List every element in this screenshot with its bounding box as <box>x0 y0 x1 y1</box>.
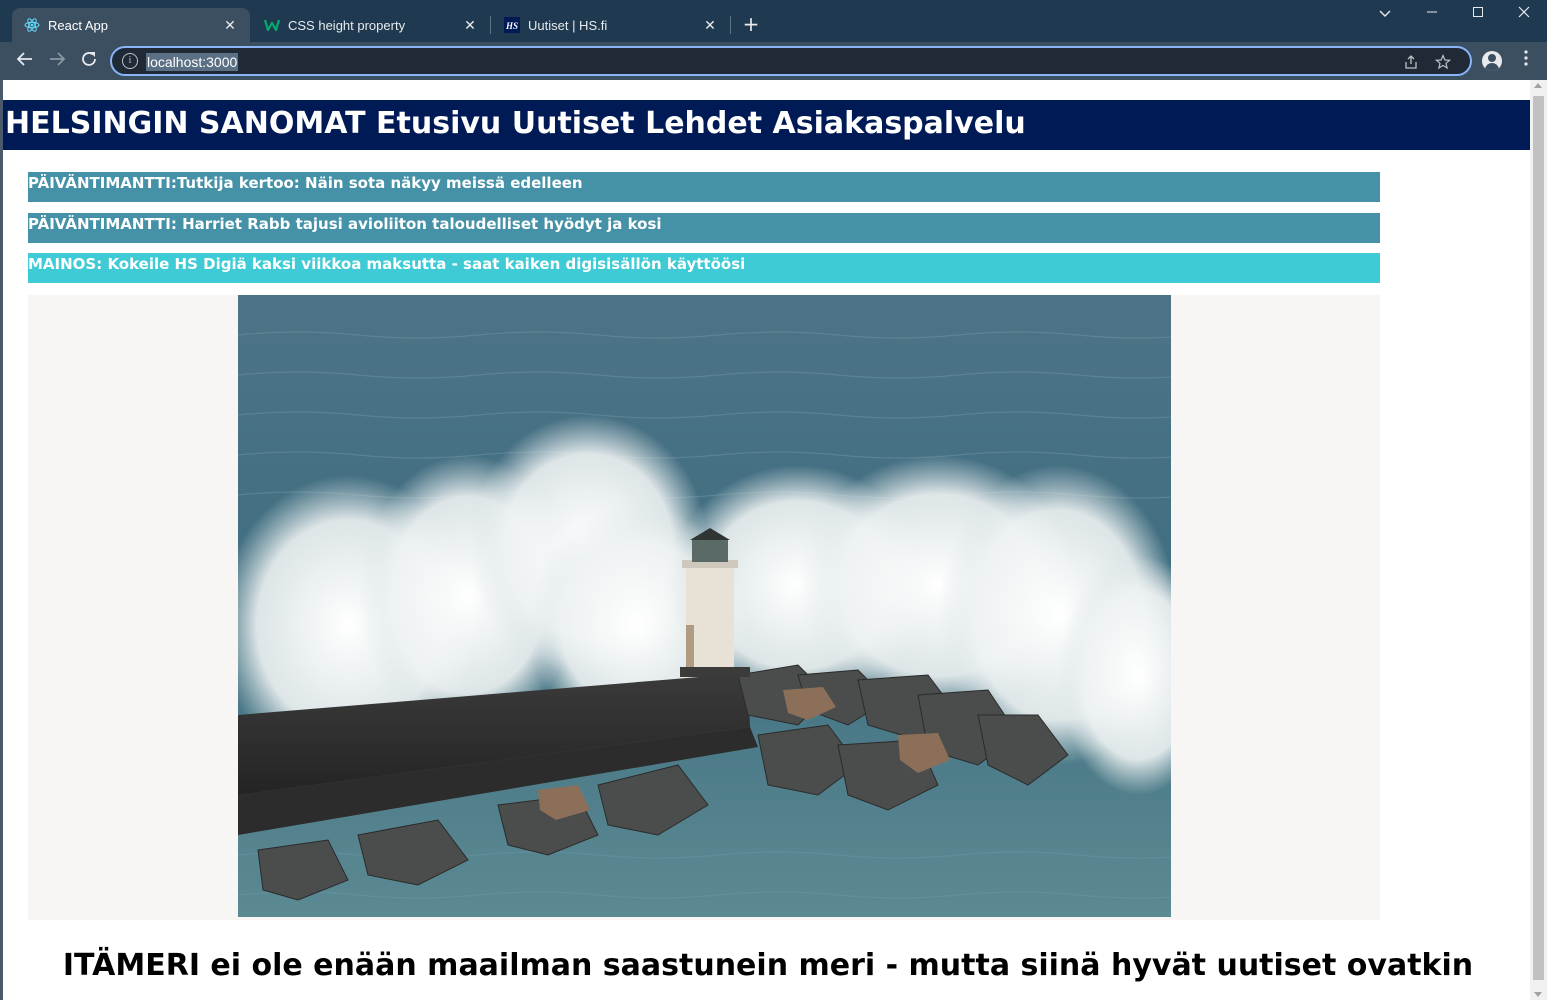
site-info-icon[interactable]: i <box>122 53 138 69</box>
reload-button[interactable] <box>78 50 100 72</box>
tab-separator <box>730 16 731 34</box>
svg-text:HS: HS <box>505 21 518 31</box>
forward-button[interactable] <box>46 50 68 72</box>
profile-avatar-icon[interactable] <box>1482 51 1502 71</box>
maximize-button[interactable] <box>1463 4 1493 24</box>
scroll-up-icon[interactable] <box>1534 83 1542 88</box>
nav-lehdet[interactable]: Lehdet <box>645 106 762 141</box>
close-tab-icon[interactable]: ✕ <box>462 17 478 33</box>
article-image-container <box>28 295 1380 920</box>
nav-etusivu[interactable]: Etusivu <box>376 106 501 141</box>
ad-bar[interactable]: MAINOS: Kokeile HS Digiä kaksi viikkoa m… <box>28 253 1380 283</box>
page-viewport: HELSINGIN SANOMAT Etusivu Uutiset Lehdet… <box>0 80 1547 1000</box>
hs-icon: HS <box>504 17 520 33</box>
scroll-down-icon[interactable] <box>1534 992 1542 997</box>
tab-react-app[interactable]: React App ✕ <box>12 8 250 42</box>
tab-separator <box>490 16 491 34</box>
minimize-button[interactable] <box>1417 4 1447 24</box>
tab-title: CSS height property <box>288 17 406 33</box>
back-button[interactable] <box>14 50 36 72</box>
share-icon[interactable] <box>1402 54 1420 72</box>
nav-asiakaspalvelu[interactable]: Asiakaspalvelu <box>773 106 1026 141</box>
news-bar-1[interactable]: PÄIVÄNTIMANTTI:Tutkija kertoo: Näin sota… <box>28 172 1380 202</box>
url-text[interactable]: localhost:3000 <box>146 53 239 71</box>
browser-chrome: React App ✕ CSS height property ✕ HS Uut… <box>0 0 1547 80</box>
site-header: HELSINGIN SANOMAT Etusivu Uutiset Lehdet… <box>3 100 1530 150</box>
bookmark-star-icon[interactable] <box>1434 53 1452 72</box>
w3-icon <box>264 17 280 33</box>
lighthouse-wave-photo <box>238 295 1171 917</box>
address-bar[interactable]: i localhost:3000 <box>110 46 1472 76</box>
close-tab-icon[interactable]: ✕ <box>222 17 238 33</box>
tab-search-icon[interactable] <box>1370 4 1400 24</box>
page-scrollbar[interactable] <box>1530 80 1547 1000</box>
article-headline[interactable]: ITÄMERI ei ole enään maailman saastunein… <box>3 946 1533 986</box>
browser-toolbar: i localhost:3000 <box>0 42 1547 80</box>
close-window-button[interactable] <box>1509 4 1539 24</box>
react-icon <box>24 17 40 33</box>
browser-menu-icon[interactable] <box>1516 50 1536 72</box>
tab-strip: React App ✕ CSS height property ✕ HS Uut… <box>0 0 1547 42</box>
news-bar-2[interactable]: PÄIVÄNTIMANTTI: Harriet Rabb tajusi avio… <box>28 213 1380 243</box>
close-tab-icon[interactable]: ✕ <box>702 17 718 33</box>
tab-title: Uutiset | HS.fi <box>528 17 608 33</box>
tab-css-height[interactable]: CSS height property ✕ <box>252 8 490 42</box>
new-tab-button[interactable]: + <box>740 13 762 35</box>
brand-link[interactable]: HELSINGIN SANOMAT <box>5 106 366 141</box>
nav-uutiset[interactable]: Uutiset <box>512 106 635 141</box>
tab-title: React App <box>48 17 108 33</box>
scrollbar-thumb[interactable] <box>1533 96 1544 980</box>
tab-hs-uutiset[interactable]: HS Uutiset | HS.fi ✕ <box>492 8 730 42</box>
